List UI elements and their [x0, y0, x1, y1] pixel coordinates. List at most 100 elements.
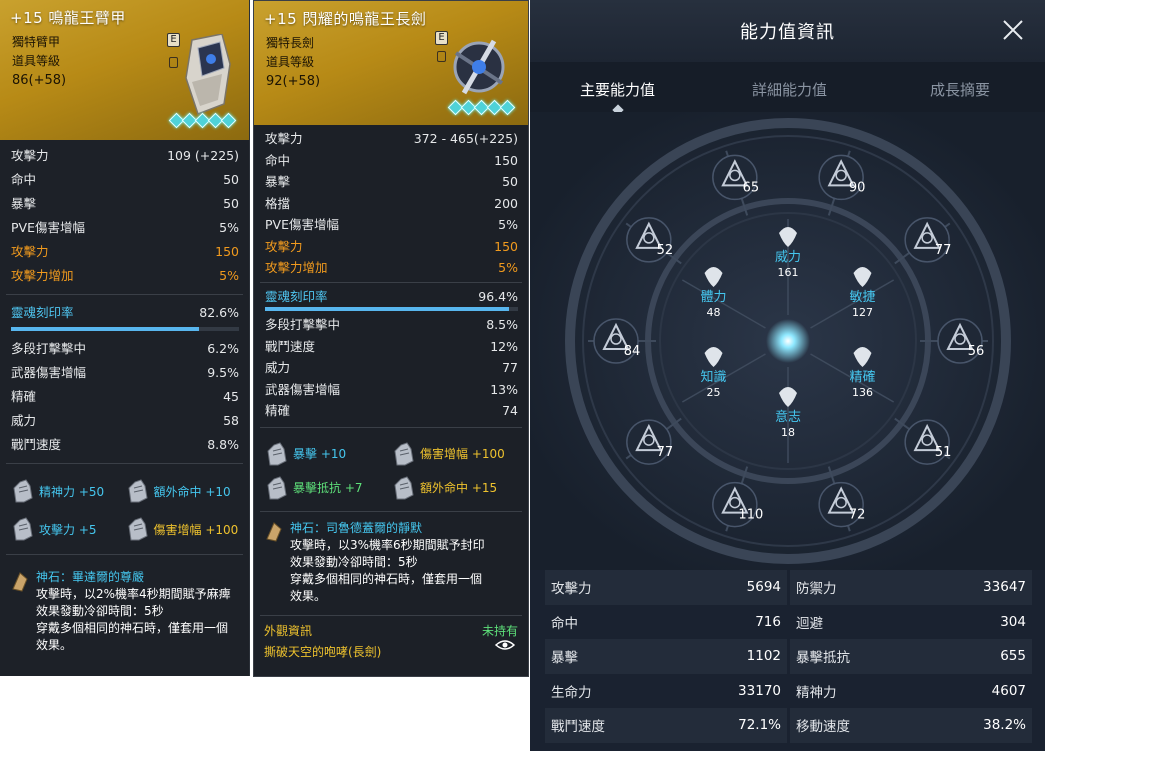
inner-stat-value: 25: [707, 386, 721, 399]
engraving-item: 傷害增幅 +100: [127, 514, 242, 544]
outer-stat-value: 110: [738, 508, 763, 523]
engraving-glove-icon: [267, 475, 287, 499]
godstone-desc: 攻擊時，以3%機率6秒期間賦予封印 效果發動冷卻時間：5秒 穿戴多個相同的神石時…: [290, 537, 485, 603]
engraving-glove-icon: [13, 479, 33, 503]
stat-value: 74: [502, 403, 518, 418]
outer-stat-value: 65: [743, 180, 760, 195]
sword-godstone: 神石：司魯德蓋爾的靜默 攻擊時，以3%機率6秒期間賦予封印 效果發動冷卻時間：5…: [254, 516, 528, 611]
stat-value: 13%: [490, 381, 518, 397]
lock-icon: [169, 57, 178, 68]
engraving-text: 精神力 +50: [39, 484, 105, 499]
stat-label: 精確: [265, 403, 291, 418]
stat-value: 5%: [219, 220, 239, 235]
engraving-text: 傷害增幅 +100: [153, 522, 239, 537]
engraving-text: 暴擊 +10: [293, 447, 347, 461]
table-cell-label: 攻擊力: [551, 581, 592, 598]
stat-value: 5%: [219, 268, 239, 283]
table-cell: 戰鬥速度 72.1%: [545, 708, 787, 743]
stat-label: 精確: [11, 389, 37, 404]
inner-stat-value: 127: [852, 306, 873, 319]
table-cell: 移動速度 38.2%: [790, 708, 1032, 743]
stat-row: PVE傷害增幅 5%: [11, 216, 239, 240]
engraving-item: 攻擊力 +5: [12, 514, 127, 544]
armor-tooltip-header: +15 鳴龍王臂甲 獨特臂甲 道具等級 86(+58) E: [0, 0, 249, 140]
table-cell: 暴擊抵抗 655: [790, 639, 1032, 674]
appearance-row: 外觀資訊 未持有: [254, 616, 528, 639]
appearance-preview-icon[interactable]: [494, 637, 516, 653]
table-cell: 命中 716: [545, 604, 787, 639]
stat-summary-table: 攻擊力 5694 防禦力 33647 命中 716 迴避 304 暴擊 1102 暴擊抵抗 655 生命…: [545, 570, 1032, 743]
stat-row: 戰鬥速度 8.8%: [11, 433, 239, 457]
stat-label: 攻擊力: [265, 238, 303, 254]
outer-stat-value: 90: [849, 180, 866, 195]
sword-tooltip-header: +15 閃耀的鳴龍王長劍 獨特長劍 道具等級 92(+58) E: [254, 1, 528, 125]
table-cell-value: 716: [755, 613, 781, 630]
bracer-art-icon: [185, 34, 231, 115]
stat-row: 精確 45: [11, 385, 239, 409]
table-cell-value: 33170: [738, 682, 781, 699]
godstone-name: 神石：司魯德蓋爾的靜默: [290, 520, 423, 535]
close-icon[interactable]: [1000, 17, 1026, 43]
stat-row: 武器傷害增幅 9.5%: [11, 361, 239, 385]
stat-label: 暴擊: [11, 196, 37, 211]
tab-detail-stats[interactable]: 詳細能力值: [752, 79, 827, 100]
table-row: 攻擊力 5694 防禦力 33647: [545, 570, 1032, 605]
table-cell-label: 迴避: [796, 615, 823, 632]
sword-title: +15 閃耀的鳴龍王長劍: [264, 10, 427, 28]
engraving-text: 攻擊力 +5: [39, 522, 97, 537]
armor-godstone: 神石：畢達爾的尊嚴 攻擊時，以2%機率4秒期間賦予麻痺 效果發動冷卻時間：5秒 …: [0, 561, 249, 660]
inner-stat-value: 48: [707, 306, 721, 319]
soul-rate-row: 靈魂刻印率 96.4%: [265, 286, 518, 308]
table-cell: 攻擊力 5694: [545, 570, 787, 605]
godstone-icon: [12, 572, 28, 592]
appearance-name: 撕破天空的咆哮(長劍): [264, 644, 382, 659]
table-cell-label: 暴擊: [551, 650, 578, 667]
stat-label: 戰鬥速度: [265, 338, 316, 354]
table-cell-label: 戰鬥速度: [551, 719, 605, 736]
engraving-text: 暴擊抵抗 +7: [293, 481, 363, 495]
stat-label: 武器傷害增幅: [11, 365, 87, 380]
stat-value: 50: [502, 174, 518, 189]
stat-label: 格擋: [265, 195, 291, 211]
engraving-glove-icon: [394, 441, 414, 465]
stat-row: 多段打擊擊中 6.2%: [11, 337, 239, 361]
table-cell-value: 72.1%: [738, 717, 781, 734]
stat-label: PVE傷害增幅: [11, 220, 85, 235]
sword-tooltip: +15 閃耀的鳴龍王長劍 獨特長劍 道具等級 92(+58) E 攻擊力 372 …: [253, 0, 529, 677]
stat-value: 50: [223, 196, 239, 211]
window-title: 能力值資訊: [740, 22, 835, 43]
table-cell-value: 304: [1000, 613, 1026, 630]
table-row: 戰鬥速度 72.1% 移動速度 38.2%: [545, 708, 1032, 743]
outer-stat-value: 77: [935, 243, 952, 258]
sword-soul-section: 靈魂刻印率 96.4% 多段打擊擊中 8.5% 戰鬥速度 12% 威力 77 武器傷害增幅 1…: [254, 286, 528, 422]
stat-label: 攻擊力: [11, 148, 49, 163]
stat-radial-chart: 65 90 77 56 51 72 110 77 84 52 威力161 敏捷127 精確136 意志1…: [530, 112, 1045, 570]
engraving-text: 額外命中 +10: [153, 484, 231, 499]
table-cell: 暴擊 1102: [545, 639, 787, 674]
table-cell: 精神力 4607: [790, 673, 1032, 708]
engraving-glove-icon: [127, 517, 148, 541]
stat-value: 200: [494, 195, 518, 211]
tab-main-stats[interactable]: 主要能力值: [580, 79, 655, 100]
sword-level-label: 道具等級: [266, 55, 315, 69]
stat-row: PVE傷害增幅 5%: [265, 214, 518, 236]
armor-level-value: 86(+58): [12, 73, 67, 88]
sword-engravings: 暴擊 +10 傷害增幅 +100 暴擊抵抗 +7 額外命中 +15: [254, 433, 528, 507]
engraving-item: 傷害增幅 +100: [393, 439, 520, 469]
godstone-icon: [266, 521, 282, 542]
stat-label: 攻擊力: [265, 131, 303, 146]
engraving-item: 精神力 +50: [12, 476, 127, 506]
table-row: 命中 716 迴避 304: [545, 604, 1032, 639]
table-cell-label: 暴擊抵抗: [796, 650, 850, 667]
stat-row: 多段打擊擊中 8.5%: [265, 314, 518, 336]
outer-stat-value: 52: [657, 243, 674, 258]
stat-label: 多段打擊擊中: [11, 341, 87, 356]
tab-bar: 主要能力值 詳細能力值 成長摘要: [530, 62, 1045, 116]
tab-growth-summary[interactable]: 成長摘要: [930, 79, 990, 100]
stat-value: 150: [494, 152, 518, 168]
stat-label: 攻擊力: [11, 244, 49, 259]
stat-row: 攻擊力 150: [265, 236, 518, 258]
engraving-text: 額外命中 +15: [420, 481, 498, 495]
stat-row: 武器傷害增幅 13%: [265, 379, 518, 401]
enhance-stars: [447, 99, 516, 116]
